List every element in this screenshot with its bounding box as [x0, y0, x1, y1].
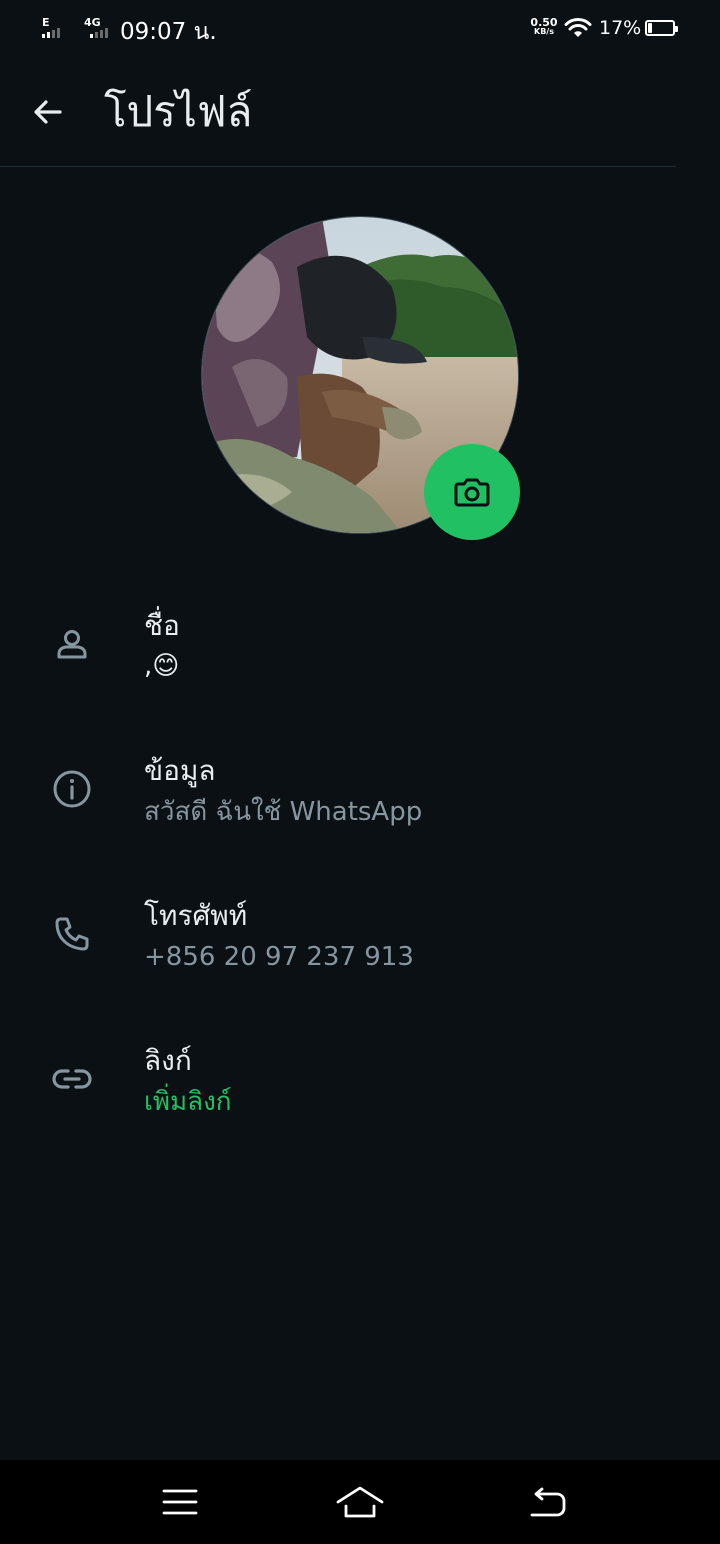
- links-label: ลิงก์: [144, 1044, 192, 1077]
- system-nav-bar: [0, 1460, 720, 1544]
- battery-fill: [648, 23, 652, 33]
- nav-home-button[interactable]: [328, 1474, 392, 1530]
- about-label: ข้อมูล: [144, 754, 216, 787]
- nav-back-button[interactable]: [516, 1474, 580, 1530]
- header-divider: [0, 166, 676, 167]
- name-row[interactable]: ชื่อ ,😊: [0, 596, 720, 716]
- network-speed: 0.50 KB/s: [530, 17, 558, 36]
- phone-value: +856 20 97 237 913: [144, 942, 414, 972]
- add-link-button[interactable]: เพิ่มลิงก์: [144, 1084, 232, 1120]
- about-value: สวัสดี ฉันใช้ WhatsApp: [144, 797, 423, 827]
- page-title: โปรไฟล์: [104, 87, 253, 136]
- status-time: 09:07 น.: [120, 19, 217, 45]
- about-row[interactable]: ข้อมูล สวัสดี ฉันใช้ WhatsApp: [0, 741, 720, 861]
- home-icon: [336, 1486, 384, 1518]
- back-button[interactable]: [24, 84, 72, 140]
- wifi-icon: [564, 17, 592, 43]
- battery-icon: [645, 20, 678, 36]
- link-icon: [48, 1055, 96, 1103]
- name-value: ,😊: [144, 651, 180, 681]
- app-bar: โปรไฟล์: [0, 56, 720, 167]
- network-speed-unit: KB/s: [534, 27, 554, 36]
- menu-icon: [162, 1489, 198, 1515]
- camera-icon: [454, 478, 490, 507]
- phone-label: โทรศัพท์: [144, 899, 248, 932]
- info-icon: [48, 765, 96, 813]
- change-photo-button[interactable]: [424, 444, 520, 540]
- status-bar: E 4G 09:07 น. 0.50 KB/s 17%: [0, 0, 720, 56]
- links-row[interactable]: ลิงก์ เพิ่มลิงก์: [0, 1031, 720, 1151]
- profile-photo-section: [202, 217, 520, 540]
- arrow-left-icon: [34, 100, 62, 124]
- nav-menu-button[interactable]: [148, 1474, 212, 1530]
- back-icon: [530, 1487, 566, 1517]
- name-label: ชื่อ: [144, 609, 180, 642]
- person-icon: [48, 620, 96, 668]
- battery-percent: 17%: [599, 17, 642, 39]
- phone-icon: [48, 910, 96, 958]
- phone-row[interactable]: โทรศัพท์ +856 20 97 237 913: [0, 886, 720, 1006]
